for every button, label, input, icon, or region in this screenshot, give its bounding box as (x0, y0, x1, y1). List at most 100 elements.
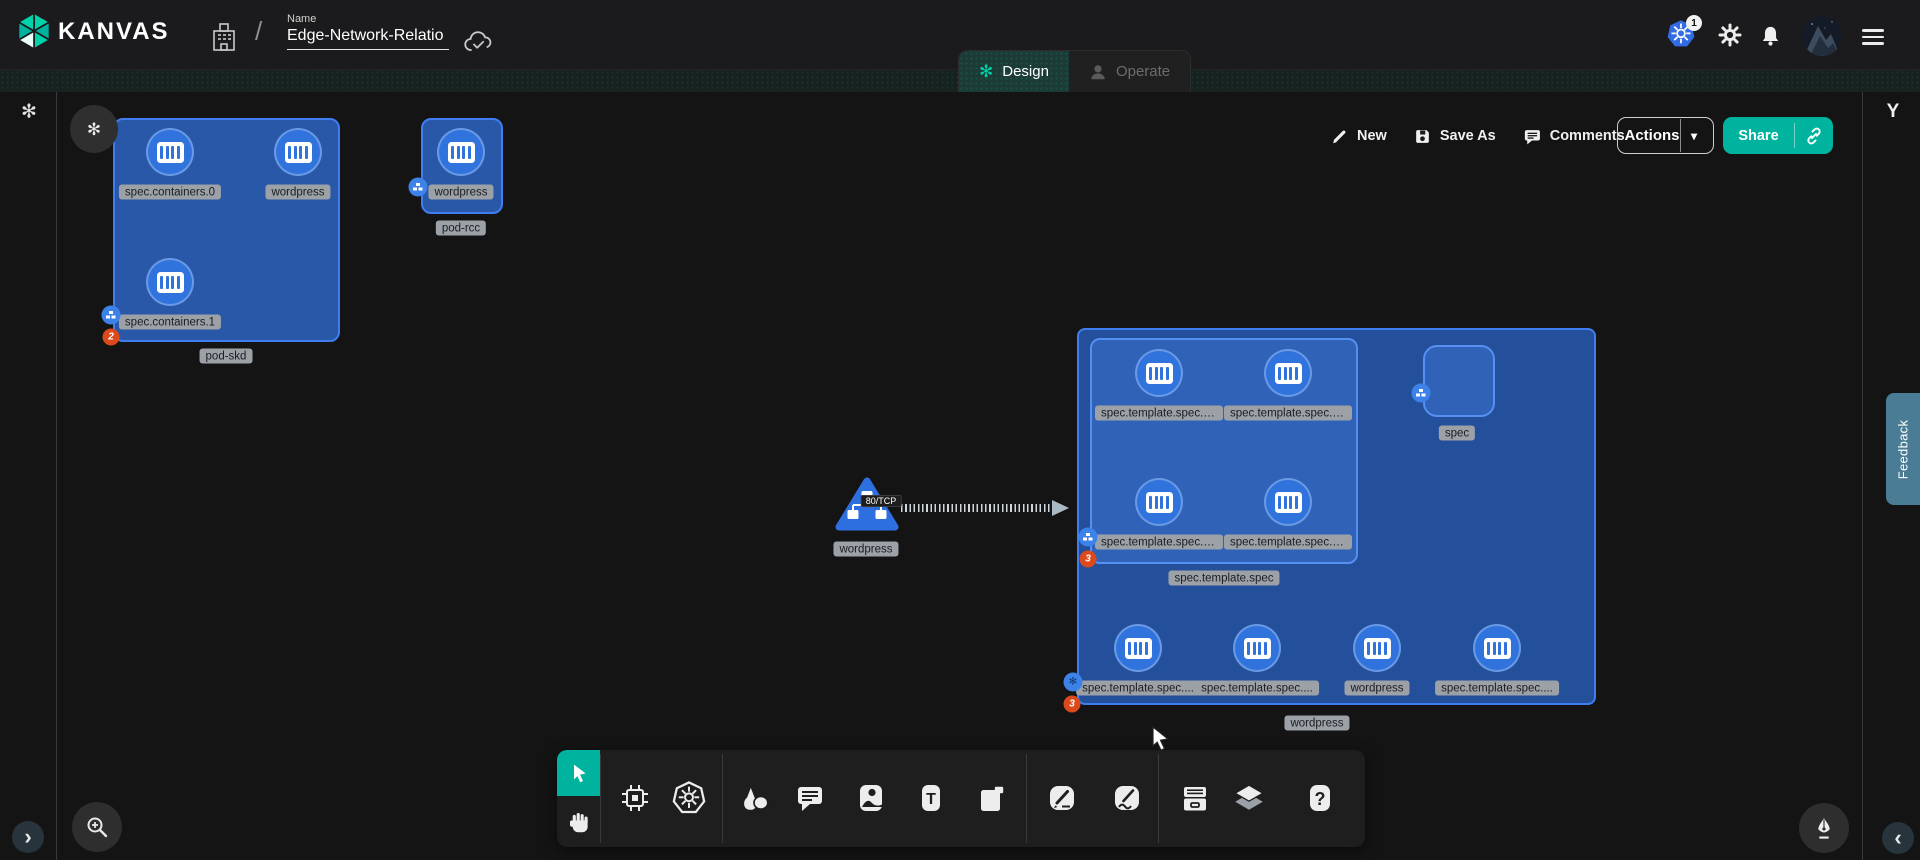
saved-components-tool[interactable] (1176, 779, 1214, 817)
container-node[interactable] (1114, 624, 1162, 672)
tab-design[interactable]: ✻ Design (959, 51, 1069, 92)
node-label: spec.template.spec.... (1435, 681, 1559, 696)
container-node[interactable] (1233, 624, 1281, 672)
save-as-label: Save As (1440, 128, 1496, 144)
container-node[interactable] (146, 128, 194, 176)
cursor-arrow-icon (569, 762, 589, 784)
container-node[interactable] (1353, 624, 1401, 672)
node-label: spec.template.spec.s... (1224, 535, 1352, 550)
pod-kind-icon[interactable] (102, 306, 121, 325)
group-spec-template-spec[interactable] (1090, 338, 1358, 564)
comments-button[interactable]: Comments (1522, 127, 1625, 146)
tab-operate-label: Operate (1116, 63, 1170, 80)
share-button[interactable]: Share (1723, 117, 1833, 154)
dock-divider (1158, 754, 1159, 843)
comment-tool[interactable] (791, 779, 829, 817)
comments-icon (1522, 127, 1542, 146)
feedback-label: Feedback (1896, 419, 1911, 479)
container-node[interactable] (1135, 349, 1183, 397)
container-node[interactable] (146, 258, 194, 306)
expand-left-panel-button[interactable]: › (12, 821, 44, 853)
error-count-badge[interactable]: 3 (1064, 696, 1081, 713)
sync-spiral-icon[interactable]: ✻ (21, 103, 37, 122)
save-as-button[interactable]: Save As (1413, 127, 1496, 146)
pen-tool-button[interactable] (1799, 803, 1849, 853)
design-name-label: Name (287, 13, 449, 25)
user-avatar[interactable] (1802, 16, 1842, 56)
pan-tool[interactable] (557, 796, 600, 847)
validate-y-icon[interactable]: Y (1887, 101, 1900, 123)
group-spec[interactable] (1423, 345, 1495, 417)
pencil-draw-tool[interactable] (1108, 779, 1146, 817)
magnifier-plus-icon (85, 815, 109, 839)
image-tool[interactable] (852, 779, 890, 817)
node-label: wordpress (833, 542, 898, 557)
pod-kind-icon[interactable] (409, 178, 428, 197)
flower-icon: ✻ (87, 121, 101, 138)
kanvas-logo-icon[interactable] (15, 11, 53, 51)
help-tool[interactable]: ? (1301, 779, 1339, 817)
operate-person-icon (1089, 63, 1107, 81)
marker-icon (1046, 782, 1078, 814)
pen-nib-icon (1811, 815, 1837, 841)
main-menu-icon[interactable] (1862, 25, 1884, 49)
new-button[interactable]: New (1330, 127, 1387, 146)
feedback-tab[interactable]: Feedback (1886, 393, 1920, 505)
brand-wordmark: KANVAS (58, 18, 170, 46)
help-icon: ? (1305, 782, 1335, 814)
caret-down-icon[interactable]: ▾ (1681, 129, 1707, 143)
tab-design-label: Design (1002, 63, 1049, 80)
select-tool[interactable] (557, 750, 600, 796)
kubernetes-tool[interactable] (670, 779, 708, 817)
note-icon (976, 782, 1008, 814)
container-node[interactable] (1264, 349, 1312, 397)
error-count-badge[interactable]: 3 (1080, 551, 1097, 568)
group-label: spec.template.spec (1168, 571, 1279, 586)
chip-icon (619, 782, 651, 814)
marker-tool[interactable] (1043, 779, 1081, 817)
new-label: New (1357, 128, 1387, 144)
container-node[interactable] (1135, 478, 1183, 526)
organization-icon[interactable] (210, 22, 238, 52)
error-count-badge[interactable]: 2 (103, 329, 120, 346)
text-icon: T (915, 782, 947, 814)
canvas-fab-flower[interactable]: ✻ (70, 105, 118, 153)
network-edge[interactable] (901, 504, 1053, 512)
comments-label: Comments (1550, 128, 1625, 144)
shapes-tool[interactable] (735, 779, 773, 817)
zoom-button[interactable] (72, 802, 122, 852)
layers-tool[interactable] (1230, 779, 1268, 817)
settings-gear-icon[interactable] (1718, 23, 1742, 47)
container-node[interactable] (1264, 478, 1312, 526)
mesh-component-tool[interactable] (616, 779, 654, 817)
dock-divider (722, 754, 723, 843)
group-label: pod-rcc (436, 221, 486, 236)
node-label: spec.containers.1 (119, 315, 221, 330)
copy-link-icon[interactable] (1795, 126, 1833, 146)
new-pencil-icon (1330, 127, 1349, 146)
design-spiral-icon: ✻ (979, 63, 993, 80)
text-tool[interactable]: T (912, 779, 950, 817)
deployment-kind-icon[interactable]: ✻ (1064, 673, 1083, 692)
drawer-icon (1179, 782, 1211, 814)
note-tool[interactable] (973, 779, 1011, 817)
actions-label: Actions (1624, 127, 1680, 144)
group-label: spec (1439, 426, 1475, 441)
expand-right-panel-button[interactable]: ‹ (1882, 822, 1914, 854)
actions-dropdown-button[interactable]: Actions ▾ (1617, 117, 1714, 154)
shapes-icon (737, 781, 771, 815)
tab-operate[interactable]: Operate (1069, 51, 1190, 92)
container-node[interactable] (1473, 624, 1521, 672)
swirl-icon: ✻ (1069, 677, 1077, 687)
canvas-actionbar: New Save As Comments (1330, 118, 1625, 154)
node-label: wordpress (1344, 681, 1409, 696)
pod-kind-icon[interactable] (1079, 528, 1098, 547)
notifications-bell-icon[interactable] (1759, 24, 1782, 48)
pod-kind-icon[interactable] (1412, 384, 1431, 403)
share-label: Share (1723, 128, 1794, 144)
kubernetes-context-badge: 1 (1686, 15, 1702, 31)
container-node[interactable] (437, 128, 485, 176)
container-node[interactable] (274, 128, 322, 176)
design-name-input[interactable] (287, 25, 449, 50)
breadcrumb-separator: / (255, 16, 262, 47)
